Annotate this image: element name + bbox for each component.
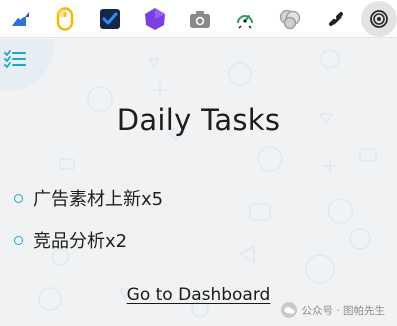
task-item[interactable]: 广告素材上新x5 xyxy=(14,177,163,219)
task-list: 广告素材上新x5 竞品分析x2 xyxy=(14,177,163,261)
task-item[interactable]: 竞品分析x2 xyxy=(14,219,163,261)
watermark-text: 公众号 · 图帕先生 xyxy=(301,304,385,317)
hexagon-icon[interactable] xyxy=(137,1,173,37)
task-list-menu-icon[interactable] xyxy=(3,48,27,70)
target-icon[interactable] xyxy=(361,1,397,37)
wechat-icon xyxy=(281,302,298,318)
page-title: Daily Tasks xyxy=(116,103,281,137)
mouse-icon[interactable] xyxy=(47,1,83,37)
link-icon[interactable] xyxy=(318,1,354,37)
checkbox-icon[interactable] xyxy=(92,1,128,37)
bubbles-icon[interactable] xyxy=(272,1,308,37)
task-bullet-icon xyxy=(14,193,23,203)
extension-toolbar xyxy=(0,0,397,38)
task-label: 竞品分析x2 xyxy=(33,231,128,252)
watermark: 公众号 · 图帕先生 xyxy=(281,302,385,318)
trend-chart-icon[interactable] xyxy=(3,1,39,37)
task-bullet-icon xyxy=(14,235,23,245)
speedometer-icon[interactable] xyxy=(227,1,263,37)
daily-tasks-panel: Daily Tasks 广告素材上新x5 竞品分析x2 Go to Dashbo… xyxy=(0,39,397,326)
task-label: 广告素材上新x5 xyxy=(33,189,164,210)
camera-icon[interactable] xyxy=(182,1,218,37)
